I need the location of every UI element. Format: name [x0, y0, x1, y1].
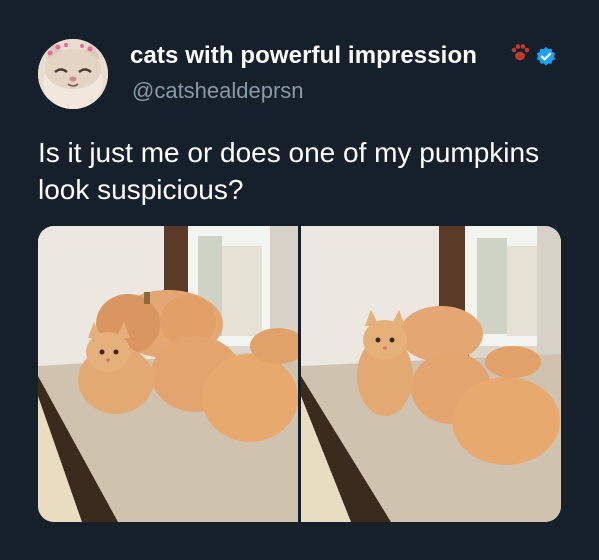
photo-left[interactable]	[38, 226, 298, 522]
tweet-card: cats with powerful impression @catsheald…	[0, 0, 599, 560]
tweet-text: Is it just me or does one of my pumpkins…	[38, 137, 540, 205]
cat-pumpkins-photo-1	[38, 226, 298, 522]
cat-face-avatar-icon	[38, 39, 108, 109]
paw-icon	[511, 44, 530, 61]
profile-avatar[interactable]	[38, 39, 108, 109]
photo-right[interactable]	[301, 226, 561, 522]
user-handle[interactable]: @catshealdeprsn	[132, 78, 304, 104]
display-name[interactable]: cats with powerful impression	[130, 42, 477, 70]
media-grid	[38, 226, 561, 522]
verified-icon	[536, 46, 556, 66]
cat-pumpkins-photo-2	[301, 226, 561, 522]
